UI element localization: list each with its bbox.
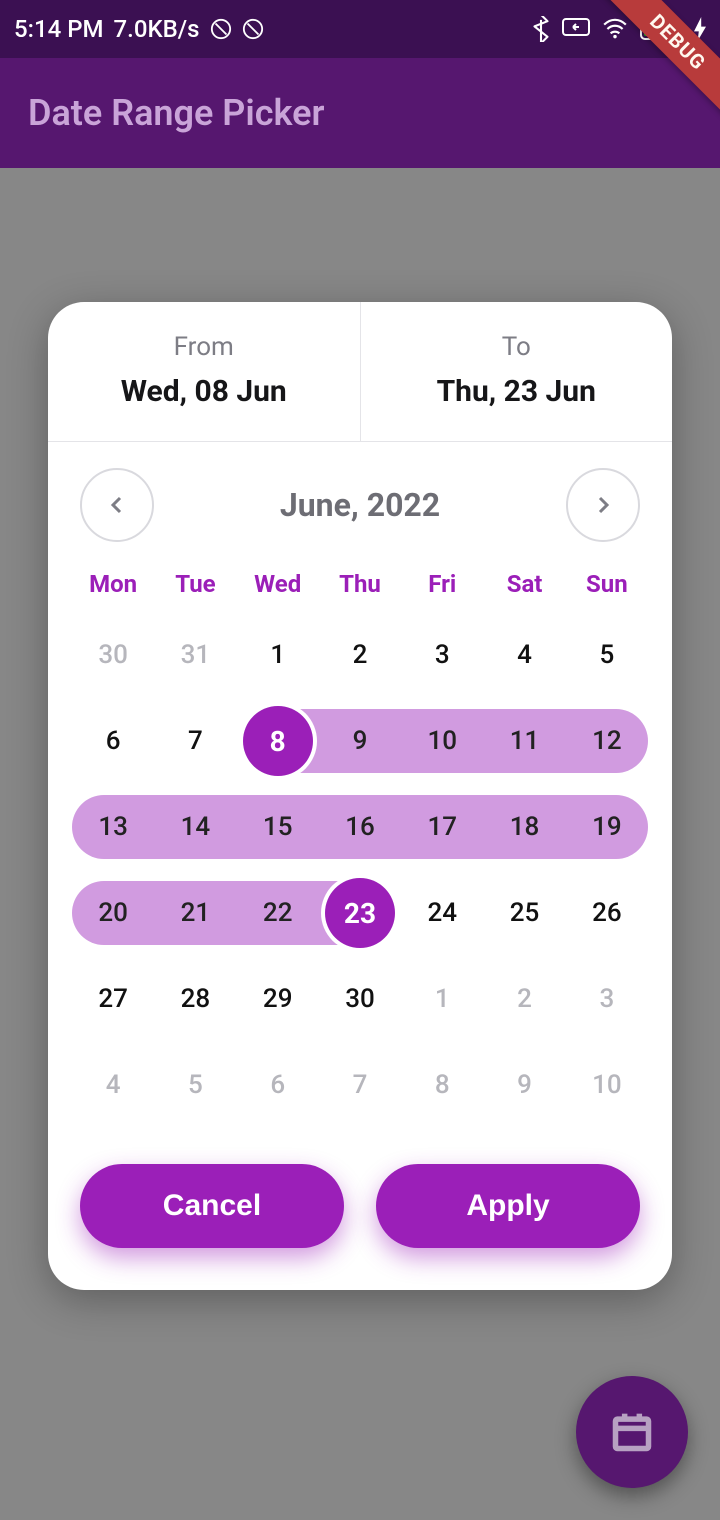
day-11[interactable]: 11 <box>483 709 565 773</box>
day-1-other[interactable]: 1 <box>401 967 483 1031</box>
day-27[interactable]: 27 <box>72 967 154 1031</box>
day-1[interactable]: 1 <box>237 623 319 687</box>
day-8[interactable]: 8 <box>243 706 313 776</box>
status-bar: 5:14 PM 7.0KB/s 100 <box>0 0 720 58</box>
dialog-actions: Cancel Apply <box>48 1134 672 1290</box>
day-10[interactable]: 10 <box>401 709 483 773</box>
day-21[interactable]: 21 <box>154 881 236 945</box>
day-5[interactable]: 5 <box>566 623 648 687</box>
range-header: From Wed, 08 Jun To Thu, 23 Jun <box>48 302 672 442</box>
day-6-other[interactable]: 6 <box>237 1053 319 1117</box>
calendar-week: 6789101112 <box>72 698 648 784</box>
from-label: From <box>48 332 360 362</box>
chevron-left-icon <box>105 493 129 517</box>
calendar-week: 45678910 <box>72 1042 648 1128</box>
weekday-sat: Sat <box>483 570 565 598</box>
dnd-icon <box>242 18 264 40</box>
weekday-fri: Fri <box>401 570 483 598</box>
day-30-other[interactable]: 30 <box>72 623 154 687</box>
app-bar: Date Range Picker <box>0 58 720 168</box>
status-net-speed: 7.0KB/s <box>114 15 200 43</box>
day-24[interactable]: 24 <box>401 881 483 945</box>
day-17[interactable]: 17 <box>401 795 483 859</box>
calendar-week: 27282930123 <box>72 956 648 1042</box>
prev-month-button[interactable] <box>80 468 154 542</box>
calendar-week: 20212223242526 <box>72 870 648 956</box>
weekday-sun: Sun <box>566 570 648 598</box>
weekday-mon: Mon <box>72 570 154 598</box>
cancel-button[interactable]: Cancel <box>80 1164 344 1248</box>
day-7[interactable]: 7 <box>154 709 236 773</box>
day-9[interactable]: 9 <box>319 709 401 773</box>
day-20[interactable]: 20 <box>72 881 154 945</box>
day-7-other[interactable]: 7 <box>319 1053 401 1117</box>
status-left: 5:14 PM 7.0KB/s <box>14 15 264 43</box>
day-14[interactable]: 14 <box>154 795 236 859</box>
open-calendar-fab[interactable] <box>576 1376 688 1488</box>
day-15[interactable]: 15 <box>237 795 319 859</box>
weekday-row: MonTueWedThuFriSatSun <box>48 552 672 602</box>
calendar-grid: 3031123456789101112131415161718192021222… <box>48 602 672 1134</box>
calendar-icon <box>610 1410 654 1454</box>
day-25[interactable]: 25 <box>483 881 565 945</box>
day-9-other[interactable]: 9 <box>483 1053 565 1117</box>
range-start-day[interactable]: 8 <box>237 709 319 773</box>
day-12[interactable]: 12 <box>566 709 648 773</box>
status-time: 5:14 PM <box>14 15 104 43</box>
day-10-other[interactable]: 10 <box>566 1053 648 1117</box>
day-18[interactable]: 18 <box>483 795 565 859</box>
page-title: Date Range Picker <box>28 92 325 134</box>
day-23[interactable]: 23 <box>325 878 395 948</box>
keyboard-hide-icon <box>562 18 590 40</box>
day-29[interactable]: 29 <box>237 967 319 1031</box>
day-28[interactable]: 28 <box>154 967 236 1031</box>
dnd-icon <box>210 18 232 40</box>
to-cell[interactable]: To Thu, 23 Jun <box>361 302 673 441</box>
day-3[interactable]: 3 <box>401 623 483 687</box>
month-nav: June, 2022 <box>48 442 672 552</box>
next-month-button[interactable] <box>566 468 640 542</box>
calendar-week: 13141516171819 <box>72 784 648 870</box>
day-8-other[interactable]: 8 <box>401 1053 483 1117</box>
day-5-other[interactable]: 5 <box>154 1053 236 1117</box>
to-label: To <box>361 332 673 362</box>
day-3-other[interactable]: 3 <box>566 967 648 1031</box>
day-2[interactable]: 2 <box>319 623 401 687</box>
wifi-icon <box>602 18 628 40</box>
range-end-day[interactable]: 23 <box>319 881 401 945</box>
day-30[interactable]: 30 <box>319 967 401 1031</box>
from-value: Wed, 08 Jun <box>48 374 360 409</box>
day-13[interactable]: 13 <box>72 795 154 859</box>
day-4-other[interactable]: 4 <box>72 1053 154 1117</box>
day-2-other[interactable]: 2 <box>483 967 565 1031</box>
month-title: June, 2022 <box>280 486 440 524</box>
apply-button[interactable]: Apply <box>376 1164 640 1248</box>
from-cell[interactable]: From Wed, 08 Jun <box>48 302 361 441</box>
to-value: Thu, 23 Jun <box>361 374 673 409</box>
day-26[interactable]: 26 <box>566 881 648 945</box>
weekday-tue: Tue <box>154 570 236 598</box>
calendar-week: 303112345 <box>72 612 648 698</box>
day-6[interactable]: 6 <box>72 709 154 773</box>
day-22[interactable]: 22 <box>237 881 319 945</box>
day-19[interactable]: 19 <box>566 795 648 859</box>
weekday-wed: Wed <box>237 570 319 598</box>
chevron-right-icon <box>591 493 615 517</box>
day-16[interactable]: 16 <box>319 795 401 859</box>
weekday-thu: Thu <box>319 570 401 598</box>
date-range-dialog: From Wed, 08 Jun To Thu, 23 Jun June, 20… <box>48 302 672 1290</box>
bluetooth-icon <box>532 16 550 42</box>
day-31-other[interactable]: 31 <box>154 623 236 687</box>
day-4[interactable]: 4 <box>483 623 565 687</box>
